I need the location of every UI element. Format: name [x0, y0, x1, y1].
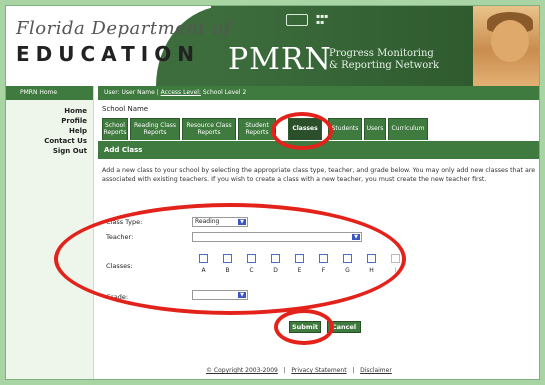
app-subtitle: Progress Monitoring & Reporting Network: [329, 48, 439, 72]
class-checkbox-h[interactable]: [367, 254, 376, 263]
tab-resource-class-reports[interactable]: Resource Class Reports: [182, 118, 236, 140]
site-header: Florida Department of EDUCATION ▪▪▪ ▪▪ PM…: [6, 6, 539, 86]
class-checkbox-a[interactable]: [199, 254, 208, 263]
tab-reading-class-reports[interactable]: Reading Class Reports: [130, 118, 180, 140]
class-letter: I: [394, 267, 397, 274]
left-nav: PMRN Home Home Profile Help Contact Us S…: [6, 86, 94, 379]
page: Florida Department of EDUCATION ▪▪▪ ▪▪ PM…: [5, 5, 540, 380]
partner-logo-icon: [286, 14, 308, 26]
class-checkbox-f[interactable]: [319, 254, 328, 263]
class-checkbox-c[interactable]: [247, 254, 256, 263]
tab-label: Student: [245, 122, 269, 129]
class-checkbox-g[interactable]: [343, 254, 352, 263]
app-subtitle-line2: & Reporting Network: [329, 60, 440, 71]
tab-label: Reports: [103, 129, 127, 136]
class-letter: G: [345, 267, 350, 274]
tab-label: Resource Class: [186, 122, 232, 129]
tab-label: School: [105, 122, 125, 129]
class-type-value: Reading: [195, 218, 220, 225]
nav-profile[interactable]: Profile: [6, 116, 93, 126]
footer: © Copyright 2003-2009 | Privacy Statemen…: [206, 367, 392, 374]
tab-users[interactable]: Users: [364, 118, 386, 140]
photo-face: [491, 20, 529, 62]
tab-label: Reading Class: [133, 122, 177, 129]
section-title: Add Class: [98, 141, 539, 159]
access-level-link[interactable]: Access Level:: [161, 89, 201, 96]
nav-contact-us[interactable]: Contact Us: [6, 136, 93, 146]
grade-select[interactable]: ▼: [192, 290, 248, 300]
class-checkbox-b[interactable]: [223, 254, 232, 263]
class-letter: B: [225, 267, 230, 274]
user-bar: User: User Name | Access Level: School L…: [98, 86, 539, 100]
classes-label: Classes:: [106, 262, 133, 270]
class-type-label: Class Type:: [106, 218, 143, 226]
footer-separator: |: [283, 367, 286, 374]
pmrn-home-link[interactable]: PMRN Home: [6, 86, 93, 100]
app-subtitle-line1: Progress Monitoring: [329, 48, 434, 59]
tab-student-reports[interactable]: Student Reports: [238, 118, 276, 140]
class-letter: F: [321, 267, 326, 274]
chevron-down-icon: ▼: [238, 292, 246, 298]
student-photo: [473, 6, 539, 86]
disclaimer-link[interactable]: Disclaimer: [360, 367, 392, 374]
tab-label: Reports: [143, 129, 167, 136]
nav-home[interactable]: Home: [6, 106, 93, 116]
tab-school-reports[interactable]: School Reports: [102, 118, 128, 140]
nav-help[interactable]: Help: [6, 126, 93, 136]
submit-button[interactable]: Submit: [289, 321, 321, 333]
class-checkbox-e[interactable]: [295, 254, 304, 263]
teacher-label: Teacher:: [106, 233, 134, 241]
grade-label: Grade:: [106, 293, 129, 301]
class-letter: E: [297, 267, 302, 274]
copyright-link[interactable]: © Copyright 2003-2009: [206, 367, 278, 374]
class-letter: H: [369, 267, 374, 274]
intro-text: Add a new class to your school by select…: [102, 167, 536, 183]
class-checkbox-d[interactable]: [271, 254, 280, 263]
cancel-button[interactable]: Cancel: [327, 321, 361, 333]
class-type-select[interactable]: Reading ▼: [192, 217, 248, 227]
chevron-down-icon: ▼: [238, 219, 246, 225]
tab-classes[interactable]: Classes: [288, 118, 322, 140]
tab-students[interactable]: Students: [328, 118, 362, 140]
fdoe-logo-script: Florida Department of: [16, 18, 231, 39]
school-name: School Name: [102, 105, 149, 113]
tab-curriculum[interactable]: Curriculum: [388, 118, 428, 140]
teacher-select[interactable]: ▼: [192, 232, 362, 242]
class-letter: A: [201, 267, 206, 274]
tab-label: Reports: [197, 129, 221, 136]
class-letter: D: [273, 267, 278, 274]
class-checkbox-i[interactable]: [391, 254, 400, 263]
chevron-down-icon: ▼: [352, 234, 360, 240]
privacy-link[interactable]: Privacy Statement: [291, 367, 346, 374]
tab-label: Reports: [245, 129, 269, 136]
footer-separator: |: [352, 367, 355, 374]
user-name: User: User Name |: [104, 89, 159, 96]
partner-logo2-icon: ▪▪▪ ▪▪: [316, 13, 329, 26]
class-letter: C: [249, 267, 254, 274]
app-name: PMRN: [228, 42, 332, 77]
fdoe-logo-main: EDUCATION: [16, 42, 200, 66]
nav-sign-out[interactable]: Sign Out: [6, 146, 93, 156]
access-level-value: School Level 2: [202, 89, 247, 96]
